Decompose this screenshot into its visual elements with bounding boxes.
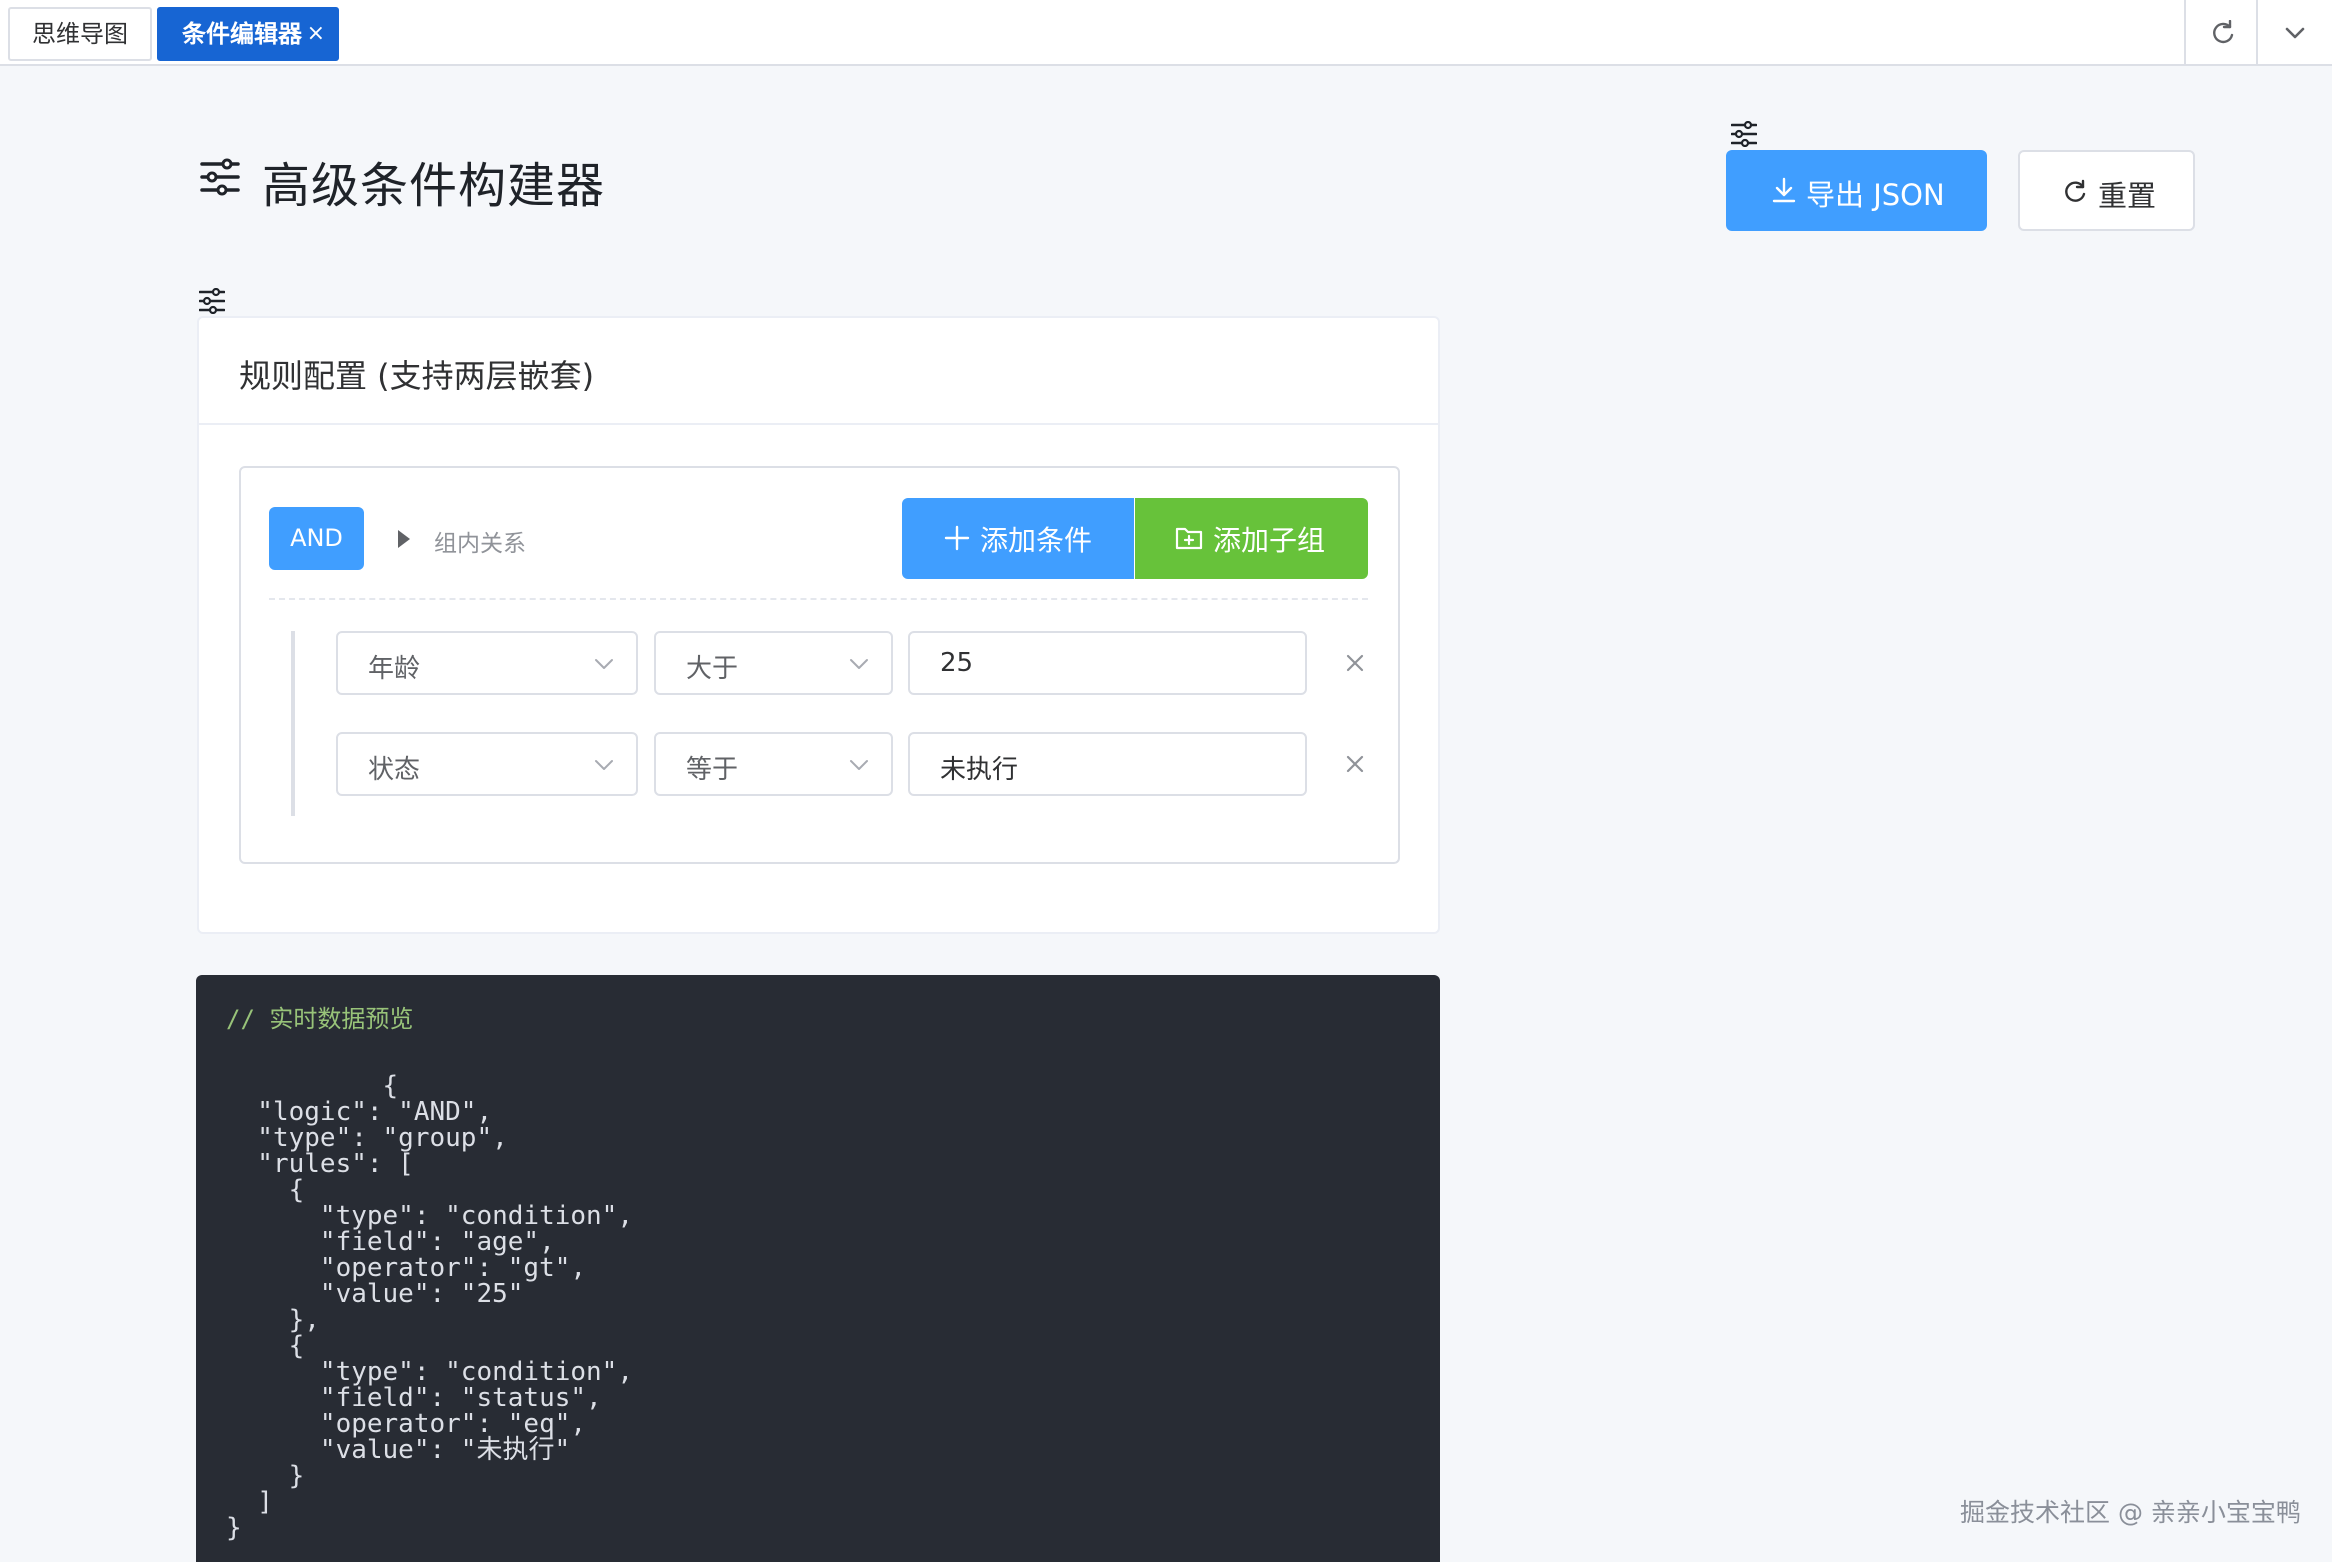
value-input-text: 未执行	[940, 755, 1019, 785]
tab-condition-editor-label: 条件编辑器	[182, 20, 302, 48]
operator-select[interactable]: 等于	[654, 732, 893, 796]
sliders-icon	[200, 158, 240, 196]
tab-condition-editor[interactable]: 条件编辑器 ×	[157, 7, 339, 61]
chevron-down-icon	[2285, 27, 2305, 39]
chevron-down-icon	[850, 659, 868, 669]
preview-comment: // 实时数据预览	[226, 1005, 414, 1033]
reset-button[interactable]: 重置	[2018, 150, 2195, 231]
rule-group: AND 组内关系 添加条件 添加子组 年龄 大于 25 状态 等于 未执行	[239, 466, 1400, 864]
close-icon[interactable]	[1345, 653, 1365, 673]
export-json-button[interactable]: 导出 JSON	[1726, 150, 1987, 231]
caret-right-icon[interactable]	[396, 529, 412, 549]
folder-add-icon	[1175, 527, 1203, 550]
refresh-icon	[2065, 179, 2086, 202]
divider	[269, 598, 1368, 600]
value-input[interactable]: 未执行	[908, 732, 1307, 796]
json-preview-panel: // 实时数据预览 { "logic": "AND", "type": "gro…	[196, 975, 1440, 1562]
rule-row: 状态 等于 未执行	[295, 732, 1365, 796]
sliders-icon	[199, 288, 225, 314]
watermark: 掘金技术社区 @ 亲亲小宝宝鸭	[1960, 1498, 2301, 1527]
more-dropdown-button[interactable]	[2256, 0, 2328, 64]
operator-select-value: 等于	[686, 755, 739, 785]
close-icon[interactable]: ×	[307, 9, 325, 59]
value-input-text: 25	[940, 648, 974, 678]
operator-select[interactable]: 大于	[654, 631, 893, 695]
refresh-icon	[2213, 20, 2234, 44]
page-title: 高级条件构建器	[262, 158, 606, 214]
chevron-down-icon	[595, 760, 613, 770]
add-condition-button[interactable]: 添加条件	[902, 498, 1134, 579]
card-header: 规则配置 (支持两层嵌套)	[199, 318, 1438, 425]
chevron-down-icon	[595, 659, 613, 669]
group-relation-label: 组内关系	[434, 531, 526, 557]
chevron-down-icon	[850, 760, 868, 770]
field-select[interactable]: 状态	[336, 732, 638, 796]
plus-icon	[944, 525, 970, 551]
rule-config-card: 规则配置 (支持两层嵌套) AND 组内关系 添加条件 添加子组 年龄 大于 2…	[197, 316, 1440, 934]
reset-label: 重置	[2098, 179, 2157, 213]
field-select-value: 状态	[368, 755, 421, 785]
sliders-icon	[1731, 121, 1757, 147]
rule-row: 年龄 大于 25	[295, 631, 1365, 695]
value-input[interactable]: 25	[908, 631, 1307, 695]
add-subgroup-label: 添加子组	[1213, 524, 1326, 557]
field-select-value: 年龄	[368, 654, 421, 684]
json-preview-code: { "logic": "AND", "type": "group", "rule…	[226, 1071, 633, 1543]
refresh-button[interactable]	[2184, 0, 2256, 64]
add-subgroup-button[interactable]: 添加子组	[1135, 498, 1368, 579]
download-icon	[1772, 177, 1796, 203]
tab-mindmap[interactable]: 思维导图	[8, 7, 152, 61]
close-icon[interactable]	[1345, 754, 1365, 774]
card-title: 规则配置 (支持两层嵌套)	[239, 357, 595, 395]
add-condition-label: 添加条件	[980, 524, 1093, 557]
logic-toggle-button[interactable]: AND	[269, 507, 364, 570]
tab-bar: 思维导图 条件编辑器 ×	[0, 0, 2332, 66]
export-json-label: 导出 JSON	[1806, 178, 1945, 212]
rule-list: 年龄 大于 25 状态 等于 未执行	[291, 631, 1364, 816]
operator-select-value: 大于	[686, 654, 739, 684]
field-select[interactable]: 年龄	[336, 631, 638, 695]
